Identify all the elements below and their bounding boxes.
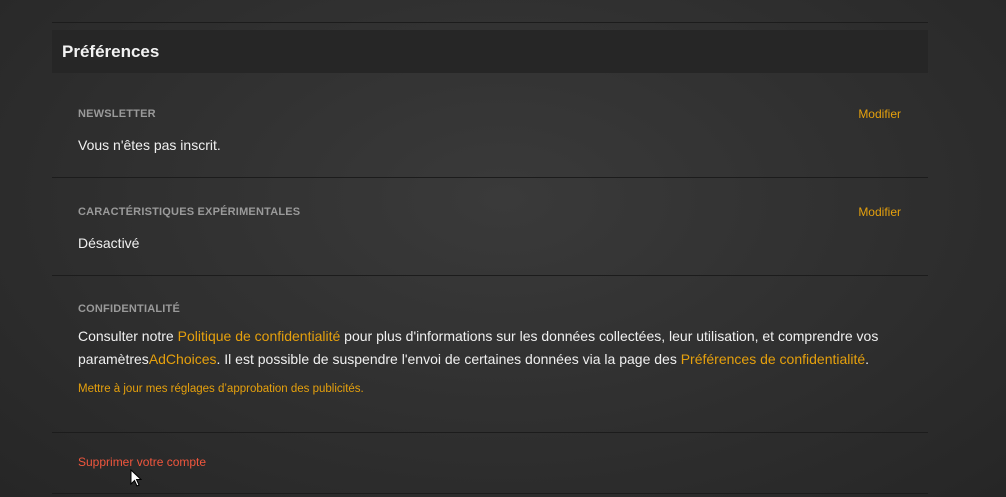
newsletter-label: NEWSLETTER	[78, 108, 156, 120]
privacy-text-part-4: .	[865, 351, 870, 367]
newsletter-modify-link[interactable]: Modifier	[858, 107, 901, 121]
top-divider	[52, 22, 928, 23]
panel-header: Préférences	[52, 30, 928, 73]
mouse-cursor-icon	[130, 469, 142, 487]
preferences-panel: Préférences NEWSLETTER Modifier Vous n'ê…	[52, 30, 928, 494]
newsletter-section: NEWSLETTER Modifier Vous n'êtes pas insc…	[52, 73, 928, 178]
privacy-text-part-3: . Il est possible de suspendre l'envoi d…	[216, 351, 681, 367]
privacy-policy-link[interactable]: Politique de confidentialité	[178, 328, 341, 344]
experimental-modify-link[interactable]: Modifier	[858, 205, 901, 219]
newsletter-status: Vous n'êtes pas inscrit.	[78, 137, 221, 153]
privacy-label: CONFIDENTIALITÉ	[78, 303, 180, 315]
experimental-section: CARACTÉRISTIQUES EXPÉRIMENTALES Modifier…	[52, 178, 928, 276]
privacy-preferences-link[interactable]: Préférences de confidentialité	[681, 351, 865, 367]
privacy-section: CONFIDENTIALITÉ Consulter notre Politiqu…	[52, 276, 928, 433]
delete-account-section: Supprimer votre compte	[52, 433, 928, 494]
ad-settings-link[interactable]: Mettre à jour mes réglages d’approbation…	[78, 383, 364, 395]
privacy-description: Consulter notre Politique de confidentia…	[78, 325, 908, 371]
delete-account-link[interactable]: Supprimer votre compte	[78, 455, 206, 469]
experimental-status: Désactivé	[78, 235, 140, 251]
experimental-label: CARACTÉRISTIQUES EXPÉRIMENTALES	[78, 206, 301, 218]
adchoices-link[interactable]: AdChoices	[149, 351, 217, 367]
page-title: Préférences	[62, 41, 160, 61]
privacy-text-part-1: Consulter notre	[78, 328, 178, 344]
